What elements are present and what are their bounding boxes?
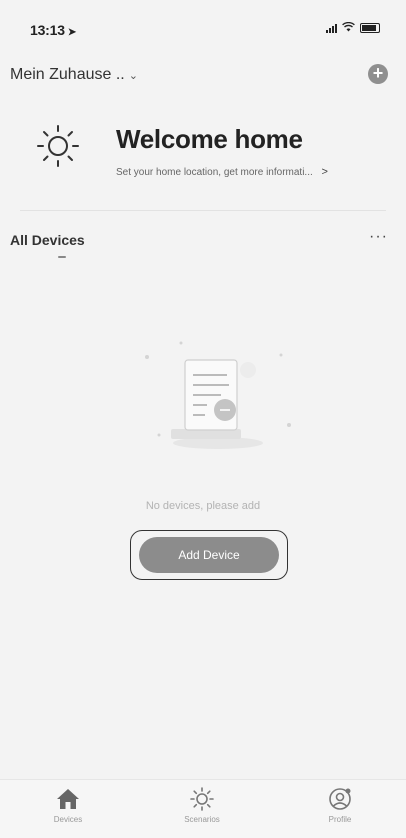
empty-devices-illustration xyxy=(145,341,291,449)
tab-indicator xyxy=(58,256,66,258)
bottom-tab-bar: Devices Scenarios Profile xyxy=(0,779,406,838)
status-icons xyxy=(326,21,380,33)
location-arrow-icon: ➤ xyxy=(67,27,76,38)
devices-bar: All Devices ··· xyxy=(0,222,406,262)
home-icon xyxy=(57,789,79,809)
status-time: 13:13 xyxy=(30,22,65,38)
tab-all-devices[interactable]: All Devices xyxy=(10,232,85,248)
chevron-down-icon: ⌄ xyxy=(128,69,138,82)
status-bar: 13:13 ➤ xyxy=(0,0,406,48)
status-time-wrap: 13:13 ➤ xyxy=(30,22,76,38)
welcome-card[interactable]: Welcome home Set your home location, get… xyxy=(10,108,396,198)
tab-scenarios[interactable]: Scenarios xyxy=(162,786,242,824)
signal-icon xyxy=(326,23,337,33)
add-device-highlight: Add Device xyxy=(130,530,288,580)
add-home-button[interactable]: + xyxy=(368,64,388,84)
battery-icon xyxy=(360,22,380,33)
tab-devices[interactable]: Devices xyxy=(28,786,108,824)
home-selector[interactable]: Mein Zuhause .. ⌄ xyxy=(10,66,138,84)
divider xyxy=(20,210,386,211)
empty-state-message: No devices, please add xyxy=(145,500,261,512)
sun-icon xyxy=(37,125,79,167)
home-header: Mein Zuhause .. ⌄ + xyxy=(0,60,406,90)
chevron-right-icon: > xyxy=(321,166,328,178)
welcome-title: Welcome home xyxy=(116,124,303,154)
welcome-subtitle: Set your home location, get more informa… xyxy=(116,167,313,178)
tab-profile-label: Profile xyxy=(328,815,352,824)
plus-icon: + xyxy=(372,63,384,83)
tab-devices-label: Devices xyxy=(53,815,83,824)
add-device-button[interactable]: Add Device xyxy=(139,537,279,573)
more-options-button[interactable]: ··· xyxy=(369,228,388,246)
sun-icon xyxy=(190,787,214,811)
wifi-icon xyxy=(342,21,355,33)
tab-scenarios-label: Scenarios xyxy=(184,815,220,824)
home-name: Mein Zuhause .. xyxy=(10,66,125,83)
tab-profile[interactable]: Profile xyxy=(300,786,380,824)
profile-icon xyxy=(329,788,351,810)
welcome-subtitle-row: Set your home location, get more informa… xyxy=(116,166,328,178)
